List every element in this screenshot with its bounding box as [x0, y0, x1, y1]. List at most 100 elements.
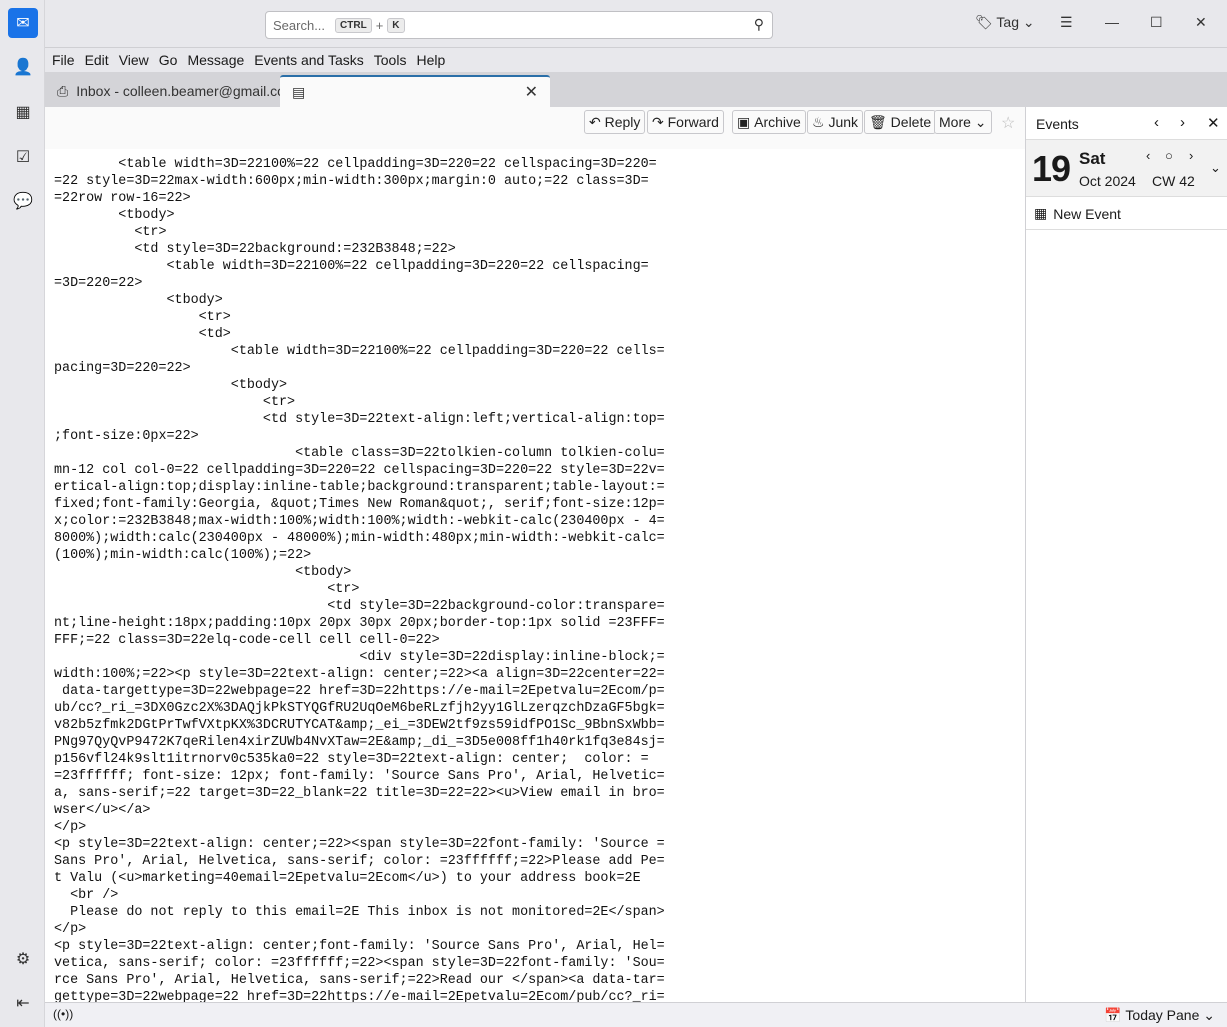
maximize-button[interactable]: ☐	[1150, 14, 1163, 31]
source-line: v82b5zfmk2DGtPrTwfVXtpKX%3DCRUTYCAT&amp;…	[54, 718, 665, 733]
menu-events-tasks[interactable]: Events and Tasks	[254, 52, 363, 68]
source-line: =23ffffff; font-size: 12px; font-family:…	[54, 769, 665, 784]
archive-icon: ▣	[737, 113, 755, 130]
tab-message-source[interactable]: ▤ ✕	[280, 75, 550, 107]
chevron-down-icon: ⌄	[1022, 14, 1035, 30]
reply-label: Reply	[604, 114, 641, 130]
address-book-button[interactable]: 👤	[8, 52, 38, 82]
source-line: FFF;=22 class=3D=22elq-code-cell cell ce…	[54, 633, 440, 648]
source-line: <table width=3D=22100%=22 cellpadding=3D…	[54, 259, 649, 274]
tag-button[interactable]: 🏷 Tag ⌄	[975, 14, 1035, 31]
source-line: vetica, sans-serif; color: =23ffffff;=22…	[54, 956, 665, 971]
junk-label: Junk	[828, 114, 859, 130]
next-icon[interactable]: ›	[1180, 114, 1185, 131]
menu-file[interactable]: File	[52, 52, 75, 68]
kbd-ctrl: CTRL	[335, 17, 372, 33]
status-bar: ((•)) 📅 Today Pane ⌄	[45, 1002, 1227, 1027]
collapse-sidebar-button[interactable]: ⇤	[8, 988, 38, 1018]
source-line: <table class=3D=22tolkien-column tolkien…	[54, 446, 665, 461]
new-event-icon: ▦	[1034, 205, 1048, 221]
prev-day-icon[interactable]: ‹	[1146, 148, 1150, 163]
mail-space-button[interactable]: ✉	[8, 8, 38, 38]
source-line: nt;line-height:18px;padding:10px 20px 30…	[54, 616, 665, 631]
menu-message[interactable]: Message	[187, 52, 244, 68]
forward-button[interactable]: ↷ Forward	[647, 110, 724, 134]
title-bar: Search... CTRL + K ⚲ 🏷 Tag ⌄ ☰ — ☐ ✕	[45, 0, 1227, 48]
tasks-button[interactable]: ☑	[8, 142, 38, 172]
kbd-plus: +	[375, 17, 384, 33]
source-line: <table width=3D=22100%=22 cellpadding=3D…	[54, 157, 657, 172]
chevron-down-icon: ⌄	[1199, 1007, 1215, 1023]
source-line: data-targettype=3D=22webpage=22 href=3D=…	[54, 684, 665, 699]
tab-inbox[interactable]: ⎙ Inbox - colleen.beamer@gmail.com	[57, 75, 292, 107]
source-line: =3D=220=22>	[54, 276, 143, 291]
next-day-icon[interactable]: ›	[1189, 148, 1193, 163]
source-line: 8000%);width:calc(230400px - 48000%);min…	[54, 531, 665, 546]
junk-button[interactable]: ♨ Junk	[807, 110, 864, 134]
minimize-button[interactable]: —	[1105, 14, 1119, 30]
source-line: ;font-size:0px=22>	[54, 429, 199, 444]
source-line: </p>	[54, 922, 87, 937]
more-button[interactable]: More ⌄	[934, 110, 992, 134]
source-line: <br />	[54, 888, 119, 903]
close-window-button[interactable]: ✕	[1195, 14, 1207, 31]
source-line: <tbody>	[54, 208, 175, 223]
archive-button[interactable]: ▣ Archive	[732, 110, 806, 134]
forward-label: Forward	[667, 114, 719, 130]
source-line: <td style=3D=22text-align:left;vertical-…	[54, 412, 665, 427]
menu-tools[interactable]: Tools	[374, 52, 407, 68]
tab-inbox-label: Inbox - colleen.beamer@gmail.com	[76, 83, 292, 99]
delete-label: Delete	[890, 114, 932, 130]
trash-icon: 🗑	[869, 113, 891, 130]
settings-button[interactable]: ⚙	[8, 944, 38, 974]
source-line: <p style=3D=22text-align: center;=22><sp…	[54, 837, 665, 852]
online-status-icon[interactable]: ((•))	[53, 1007, 73, 1021]
menu-edit[interactable]: Edit	[85, 52, 109, 68]
prev-icon[interactable]: ‹	[1154, 114, 1159, 131]
chat-icon: 💬	[13, 193, 33, 210]
forward-icon: ↷	[652, 113, 668, 130]
chat-button[interactable]: 💬	[8, 186, 38, 216]
new-event-button[interactable]: ▦ New Event	[1026, 198, 1227, 230]
search-input[interactable]: Search... CTRL + K ⚲	[265, 11, 773, 39]
close-tab-icon[interactable]: ✕	[525, 82, 538, 102]
menu-bar: File Edit View Go Message Events and Tas…	[45, 48, 1227, 72]
reply-icon: ↶	[589, 113, 605, 130]
today-pane: Events ‹ › ✕ 19 Sat Oct 2024 CW 42 ‹ ○ ›…	[1025, 107, 1227, 1002]
source-line: p156vfl24k9slt1itrnorv0c535ka0=22 style=…	[54, 752, 649, 767]
menu-view[interactable]: View	[119, 52, 149, 68]
source-line: <tbody>	[54, 565, 352, 580]
chevron-down-icon: ⌄	[970, 113, 987, 130]
app-menu-button[interactable]: ☰	[1060, 14, 1073, 31]
search-icon[interactable]: ⚲	[754, 16, 764, 33]
today-icon[interactable]: ○	[1165, 148, 1173, 163]
calendar-button[interactable]: ▦	[8, 97, 38, 127]
message-source-text: <table width=3D=22100%=22 cellpadding=3D…	[54, 156, 674, 1006]
menu-help[interactable]: Help	[416, 52, 445, 68]
source-line: <table width=3D=22100%=22 cellpadding=3D…	[54, 344, 665, 359]
reply-button[interactable]: ↶ Reply	[584, 110, 646, 134]
spaces-sidebar: ✉ 👤 ▦ ☑ 💬 ⚙ ⇤	[0, 0, 45, 1027]
archive-label: Archive	[754, 114, 801, 130]
more-label: More	[939, 114, 971, 130]
close-pane-icon[interactable]: ✕	[1207, 114, 1220, 132]
message-toolbar: ↶ Reply ↷ Forward ▣ Archive ♨ Junk 🗑 Del…	[45, 107, 1025, 149]
month-year: Oct 2024	[1079, 173, 1136, 189]
source-line: Sans Pro', Arial, Helvetica, sans-serif;…	[54, 854, 665, 869]
chevron-down-icon[interactable]: ⌄	[1210, 160, 1221, 176]
menu-go[interactable]: Go	[159, 52, 178, 68]
today-pane-button[interactable]: 📅 Today Pane ⌄	[1104, 1007, 1215, 1024]
star-icon[interactable]: ☆	[1001, 113, 1015, 133]
events-title: Events	[1036, 116, 1079, 132]
source-line: <td>	[54, 327, 231, 342]
inbox-icon: ⎙	[57, 82, 69, 99]
date-header: 19 Sat Oct 2024 CW 42 ‹ ○ › ⌄	[1026, 139, 1227, 197]
new-event-label: New Event	[1053, 205, 1121, 222]
delete-button[interactable]: 🗑 Delete	[864, 110, 937, 134]
tab-bar: ⎙ Inbox - colleen.beamer@gmail.com ▤ ✕	[45, 72, 1227, 107]
search-placeholder: Search...	[273, 17, 326, 33]
address-book-icon: 👤	[13, 59, 33, 76]
tasks-icon: ☑	[15, 149, 31, 166]
source-line: mn-12 col col-0=22 cellpadding=3D=220=22…	[54, 463, 665, 478]
source-line: fixed;font-family:Georgia, &quot;Times N…	[54, 497, 665, 512]
